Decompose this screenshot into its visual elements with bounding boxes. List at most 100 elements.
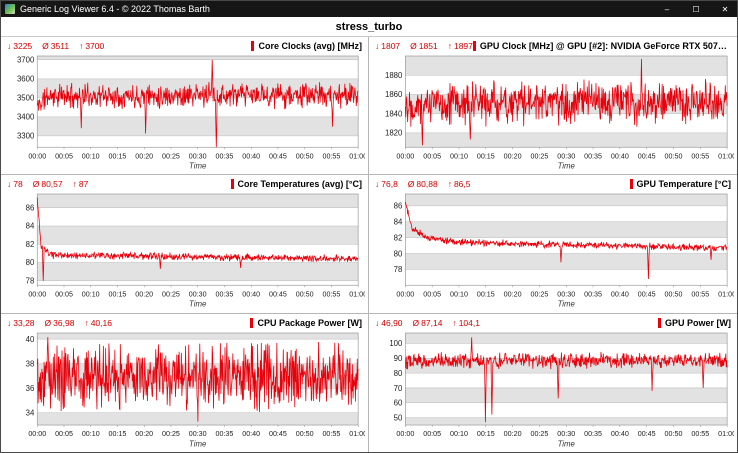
stat-min: ↓33,28 bbox=[7, 318, 35, 328]
svg-text:36: 36 bbox=[26, 384, 35, 393]
series-marker-icon bbox=[250, 318, 253, 328]
chart-legend: GPU Temperature [°C] bbox=[630, 179, 731, 189]
chart-header: ↓3225 Ø3511 ↑3700 Core Clocks (avg) [MHz… bbox=[4, 39, 365, 53]
svg-text:00:30: 00:30 bbox=[189, 429, 207, 438]
stat-max-value: 1897 bbox=[454, 41, 473, 51]
svg-text:00:00: 00:00 bbox=[28, 290, 46, 299]
chart-plot[interactable]: 788082848600:0000:0500:1000:1500:2000:25… bbox=[4, 191, 365, 312]
svg-text:00:30: 00:30 bbox=[557, 290, 575, 299]
stat-avg: Ø80,88 bbox=[408, 179, 438, 189]
svg-text:00:20: 00:20 bbox=[135, 429, 153, 438]
svg-text:00:15: 00:15 bbox=[109, 290, 127, 299]
series-marker-icon bbox=[630, 179, 633, 189]
svg-text:90: 90 bbox=[394, 354, 403, 363]
chart-plot[interactable]: 3436384000:0000:0500:1000:1500:2000:2500… bbox=[4, 330, 365, 452]
svg-text:40: 40 bbox=[26, 335, 35, 344]
svg-text:78: 78 bbox=[394, 265, 403, 274]
max-icon: ↑ bbox=[73, 179, 77, 189]
svg-text:100: 100 bbox=[389, 339, 403, 348]
chart-panel-core-temps: ↓78 Ø80,57 ↑87 Core Temperatures (avg) [… bbox=[1, 175, 369, 313]
svg-text:70: 70 bbox=[394, 383, 403, 392]
svg-text:Time: Time bbox=[189, 300, 207, 309]
svg-text:01:00: 01:00 bbox=[718, 429, 734, 438]
svg-text:00:50: 00:50 bbox=[665, 290, 683, 299]
svg-text:00:55: 00:55 bbox=[322, 151, 340, 160]
svg-text:00:15: 00:15 bbox=[109, 429, 127, 438]
svg-text:3600: 3600 bbox=[17, 75, 35, 84]
avg-icon: Ø bbox=[410, 41, 417, 51]
chart-stats: ↓78 Ø80,57 ↑87 bbox=[7, 179, 88, 189]
chart-panel-cpu-power: ↓33,28 Ø36,98 ↑40,16 CPU Package Power [… bbox=[1, 314, 369, 452]
svg-text:00:15: 00:15 bbox=[477, 151, 495, 160]
svg-text:00:15: 00:15 bbox=[477, 429, 495, 438]
svg-text:00:30: 00:30 bbox=[189, 290, 207, 299]
svg-text:00:10: 00:10 bbox=[82, 290, 100, 299]
svg-text:00:55: 00:55 bbox=[691, 151, 709, 160]
svg-text:00:35: 00:35 bbox=[216, 151, 234, 160]
svg-text:Time: Time bbox=[558, 161, 576, 170]
svg-text:00:55: 00:55 bbox=[322, 429, 340, 438]
maximize-button[interactable]: ☐ bbox=[684, 1, 708, 17]
svg-text:00:05: 00:05 bbox=[55, 151, 73, 160]
svg-text:84: 84 bbox=[26, 222, 35, 231]
svg-text:00:45: 00:45 bbox=[638, 151, 656, 160]
svg-text:01:00: 01:00 bbox=[349, 151, 365, 160]
close-button[interactable]: ✕ bbox=[713, 1, 737, 17]
svg-text:84: 84 bbox=[394, 218, 403, 227]
chart-plot[interactable]: 182018401860188000:0000:0500:1000:1500:2… bbox=[372, 53, 734, 174]
chart-plot[interactable]: 3300340035003600370000:0000:0500:1000:15… bbox=[4, 53, 365, 174]
stat-max: ↑3700 bbox=[79, 41, 104, 51]
minimize-button[interactable]: – bbox=[655, 1, 679, 17]
svg-text:00:30: 00:30 bbox=[557, 151, 575, 160]
svg-text:00:40: 00:40 bbox=[611, 290, 629, 299]
svg-text:00:40: 00:40 bbox=[242, 290, 260, 299]
min-icon: ↓ bbox=[375, 179, 379, 189]
svg-text:82: 82 bbox=[26, 240, 35, 249]
svg-text:00:35: 00:35 bbox=[216, 429, 234, 438]
stat-avg-value: 3511 bbox=[51, 41, 69, 51]
svg-text:1880: 1880 bbox=[385, 71, 403, 80]
svg-text:00:20: 00:20 bbox=[504, 290, 522, 299]
svg-text:80: 80 bbox=[26, 258, 35, 267]
stat-min: ↓46,90 bbox=[375, 318, 403, 328]
svg-text:00:40: 00:40 bbox=[611, 151, 629, 160]
svg-text:34: 34 bbox=[26, 408, 35, 417]
svg-text:1840: 1840 bbox=[385, 109, 403, 118]
chart-plot[interactable]: 506070809010000:0000:0500:1000:1500:2000… bbox=[372, 330, 734, 452]
svg-text:00:40: 00:40 bbox=[611, 429, 629, 438]
svg-text:00:25: 00:25 bbox=[162, 429, 180, 438]
chart-title: GPU Temperature [°C] bbox=[637, 179, 731, 189]
svg-text:00:25: 00:25 bbox=[530, 429, 548, 438]
svg-text:00:50: 00:50 bbox=[665, 151, 683, 160]
svg-text:00:10: 00:10 bbox=[450, 429, 468, 438]
svg-text:00:55: 00:55 bbox=[691, 290, 709, 299]
svg-text:00:35: 00:35 bbox=[584, 151, 602, 160]
svg-text:00:20: 00:20 bbox=[504, 151, 522, 160]
stat-min: ↓3225 bbox=[7, 41, 32, 51]
min-icon: ↓ bbox=[375, 318, 379, 328]
svg-text:86: 86 bbox=[394, 202, 403, 211]
stat-max: ↑1897 bbox=[448, 41, 473, 51]
svg-text:00:50: 00:50 bbox=[296, 151, 314, 160]
avg-icon: Ø bbox=[33, 179, 40, 189]
svg-text:00:20: 00:20 bbox=[135, 151, 153, 160]
stat-avg-value: 80,88 bbox=[416, 179, 437, 189]
chart-panel-gpu-power: ↓46,90 Ø87,14 ↑104,1 GPU Power [W] 50607… bbox=[369, 314, 737, 452]
stat-max: ↑87 bbox=[73, 179, 89, 189]
svg-text:3400: 3400 bbox=[17, 113, 35, 122]
svg-text:Time: Time bbox=[558, 439, 576, 448]
chart-plot[interactable]: 788082848600:0000:0500:1000:1500:2000:25… bbox=[372, 191, 734, 312]
window-titlebar[interactable]: Generic Log Viewer 6.4 - © 2022 Thomas B… bbox=[1, 1, 737, 17]
svg-text:1860: 1860 bbox=[385, 90, 403, 99]
svg-text:00:50: 00:50 bbox=[296, 290, 314, 299]
svg-text:00:35: 00:35 bbox=[216, 290, 234, 299]
svg-text:00:40: 00:40 bbox=[242, 429, 260, 438]
svg-text:00:00: 00:00 bbox=[396, 429, 414, 438]
stat-max-value: 87 bbox=[79, 179, 88, 189]
chart-title: Core Clocks (avg) [MHz] bbox=[258, 41, 362, 51]
svg-text:00:50: 00:50 bbox=[665, 429, 683, 438]
log-title: stress_turbo bbox=[1, 17, 737, 37]
chart-header: ↓33,28 Ø36,98 ↑40,16 CPU Package Power [… bbox=[4, 316, 365, 330]
svg-text:00:00: 00:00 bbox=[28, 429, 46, 438]
stat-avg-value: 1851 bbox=[419, 41, 438, 51]
